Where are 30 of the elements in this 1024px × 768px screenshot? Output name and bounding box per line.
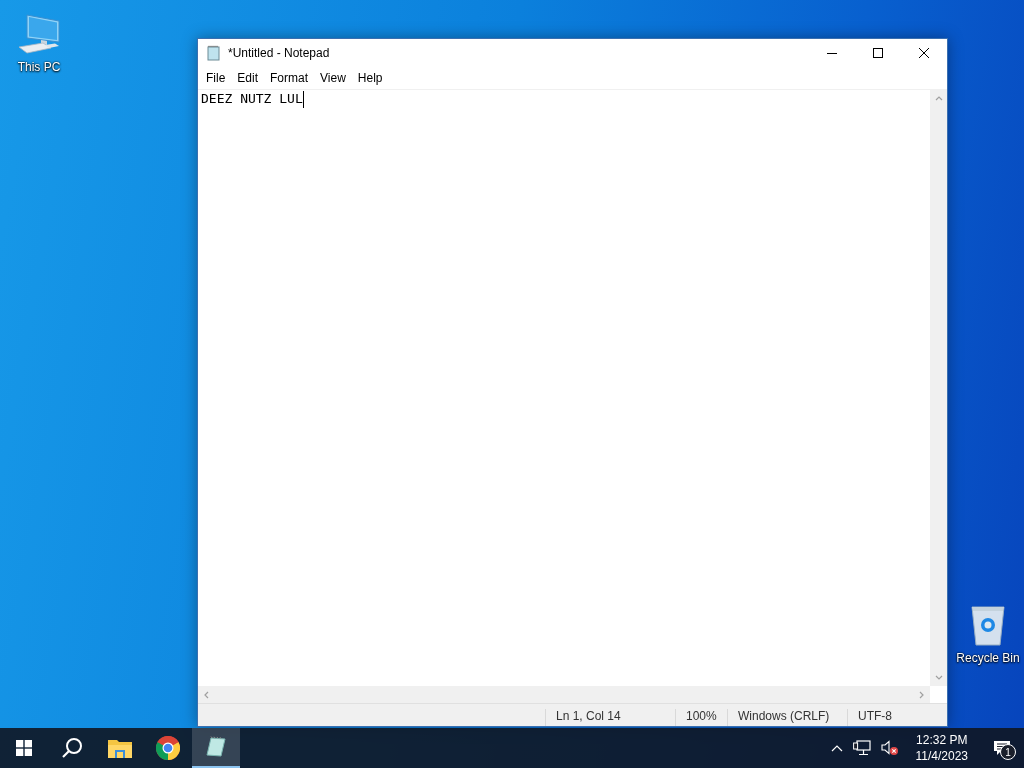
notepad-icon: [205, 736, 227, 758]
search-icon: [61, 737, 83, 759]
muted-speaker-icon[interactable]: [880, 740, 899, 756]
menu-item[interactable]: Format: [264, 69, 315, 87]
notification-count: 1: [1000, 744, 1016, 760]
status-bar-field: Ln 1, Col 14: [545, 709, 675, 726]
status-bar-field: UTF-8: [847, 709, 947, 726]
close-icon: [919, 48, 929, 58]
menu-item[interactable]: File: [200, 69, 232, 87]
taskbar-app-button[interactable]: [192, 728, 240, 768]
menu-item[interactable]: Help: [351, 69, 389, 87]
text-editor[interactable]: DEEZ NUTZ LUL: [198, 90, 930, 686]
windows-logo-icon: [16, 740, 32, 756]
document-text: DEEZ NUTZ LUL: [201, 91, 303, 106]
notepad-icon: [206, 45, 222, 61]
text-cursor: [302, 91, 304, 108]
desktop-icon-label[interactable]: Recycle Bin: [956, 651, 1020, 665]
status-bar-field: Windows (CRLF): [727, 709, 847, 726]
recycle-bin-icon[interactable]: [968, 603, 1008, 647]
window-title: *Untitled - Notepad: [228, 46, 330, 60]
maximize-icon: [873, 48, 883, 58]
folder-icon: [108, 738, 132, 758]
chevron-up-icon[interactable]: [830, 744, 843, 752]
taskbar-clock[interactable]: 12:32 PM 11/4/2023: [907, 732, 976, 764]
action-center-button[interactable]: 1: [980, 728, 1024, 768]
browser-icon: [156, 736, 180, 760]
network-icon[interactable]: [852, 740, 871, 756]
menu-item[interactable]: Edit: [231, 69, 265, 87]
menu-item[interactable]: View: [314, 69, 352, 87]
status-bar-field: 100%: [675, 709, 727, 726]
